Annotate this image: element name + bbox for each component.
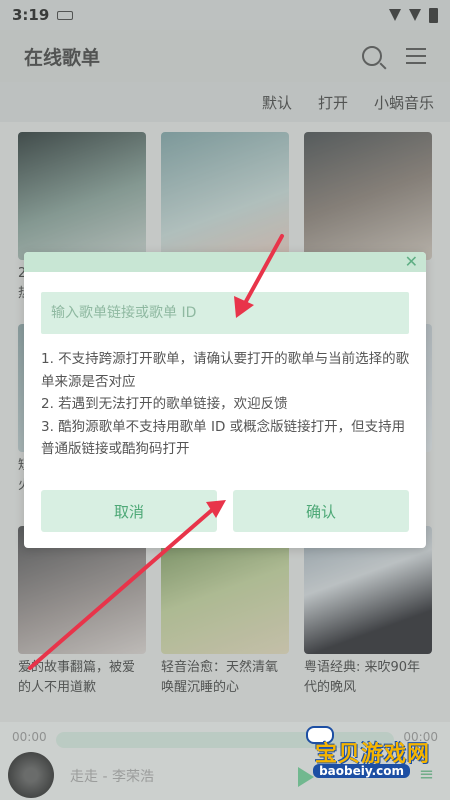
cancel-button[interactable]: 取消 <box>41 490 217 532</box>
playlist-link-input[interactable] <box>41 292 409 334</box>
note-item: 1. 不支持跨源打开歌单，请确认要打开的歌单与当前选择的歌单来源是否对应 <box>41 351 410 390</box>
open-playlist-dialog: ✕ 1. 不支持跨源打开歌单，请确认要打开的歌单与当前选择的歌单来源是否对应 2… <box>24 252 426 548</box>
dialog-header: ✕ <box>24 252 426 272</box>
confirm-button[interactable]: 确认 <box>233 490 409 532</box>
watermark-logo: 宝贝游戏网 baobeiy.com <box>286 726 436 786</box>
watermark-url: baobeiy.com <box>313 764 410 778</box>
close-icon[interactable]: ✕ <box>405 254 418 270</box>
note-item: 3. 酷狗源歌单不支持用歌单 ID 或概念版链接打开，但支持用普通版链接或酷狗码… <box>41 418 406 458</box>
dialog-notes: 1. 不支持跨源打开歌单，请确认要打开的歌单与当前选择的歌单来源是否对应 2. … <box>41 348 415 461</box>
note-item: 2. 若遇到无法打开的歌单链接，欢迎反馈 <box>41 396 288 412</box>
